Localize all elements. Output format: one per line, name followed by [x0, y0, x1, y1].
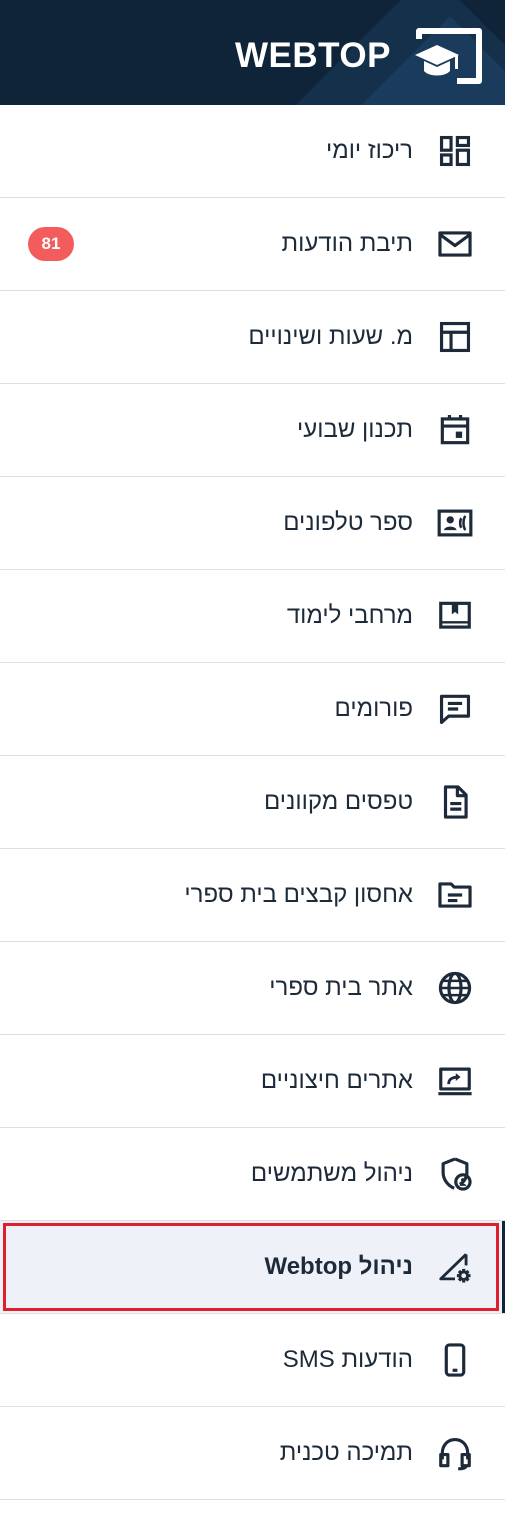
document-icon	[435, 782, 475, 822]
app-title: WEBTOP	[235, 36, 391, 75]
menu-item-forums[interactable]: פורומים	[0, 663, 505, 756]
bookmark-book-icon	[435, 596, 475, 636]
menu-item-label: ניהול משתמשים	[250, 1160, 413, 1187]
menu-item-label: תיבת הודעות	[281, 230, 413, 257]
sidebar-menu: ריכוז יומי תיבת הודעות 81 מ. שעות ושינוי…	[0, 105, 505, 1500]
menu-item-label: אתר בית ספרי	[269, 974, 413, 1001]
menu-item-online-forms[interactable]: טפסים מקוונים	[0, 756, 505, 849]
menu-item-label: מרחבי לימוד	[286, 602, 413, 629]
menu-item-label: אחסון קבצים בית ספרי	[184, 881, 413, 908]
menu-item-webtop-management[interactable]: ניהול Webtop	[0, 1221, 505, 1314]
menu-item-label: ספר טלפונים	[283, 509, 413, 536]
menu-item-school-website[interactable]: אתר בית ספרי	[0, 942, 505, 1035]
menu-item-daily-summary[interactable]: ריכוז יומי	[0, 105, 505, 198]
menu-item-sms-messages[interactable]: הודעות SMS	[0, 1314, 505, 1407]
menu-item-label: הודעות SMS	[282, 1346, 413, 1373]
menu-item-label: טפסים מקוונים	[264, 788, 413, 815]
menu-item-inbox[interactable]: תיבת הודעות 81	[0, 198, 505, 291]
menu-item-phonebook[interactable]: ספר טלפונים	[0, 477, 505, 570]
mail-icon	[435, 224, 475, 264]
dashboard-icon	[435, 131, 475, 171]
menu-item-learning-spaces[interactable]: מרחבי לימוד	[0, 570, 505, 663]
timetable-icon	[435, 317, 475, 357]
menu-item-label: מ. שעות ושינויים	[248, 323, 413, 350]
menu-item-external-sites[interactable]: אתרים חיצוניים	[0, 1035, 505, 1128]
calendar-icon	[435, 410, 475, 450]
menu-item-label: פורומים	[334, 695, 413, 722]
menu-item-school-file-storage[interactable]: אחסון קבצים בית ספרי	[0, 849, 505, 942]
settings-triangle-icon	[435, 1247, 475, 1287]
app-header: WEBTOP	[0, 0, 505, 105]
globe-icon	[435, 968, 475, 1008]
brand[interactable]: WEBTOP	[235, 26, 485, 86]
monitor-graduation-cap-icon	[415, 28, 482, 84]
folder-icon	[435, 875, 475, 915]
menu-item-label: אתרים חיצוניים	[260, 1067, 413, 1094]
chat-icon	[435, 689, 475, 729]
screen-share-icon	[435, 1061, 475, 1101]
headset-icon	[435, 1433, 475, 1473]
menu-item-label: ריכוז יומי	[325, 137, 413, 164]
shield-user-icon	[435, 1154, 475, 1194]
menu-item-label: תמיכה טכנית	[279, 1439, 413, 1466]
menu-item-weekly-planning[interactable]: תכנון שבועי	[0, 384, 505, 477]
contact-card-icon	[435, 503, 475, 543]
mobile-phone-icon	[435, 1340, 475, 1380]
menu-item-user-management[interactable]: ניהול משתמשים	[0, 1128, 505, 1221]
menu-item-technical-support[interactable]: תמיכה טכנית	[0, 1407, 505, 1500]
menu-item-label: תכנון שבועי	[297, 416, 413, 443]
menu-item-timetable-changes[interactable]: מ. שעות ושינויים	[0, 291, 505, 384]
unread-count-badge: 81	[28, 227, 74, 261]
menu-item-label: ניהול Webtop	[264, 1253, 413, 1280]
